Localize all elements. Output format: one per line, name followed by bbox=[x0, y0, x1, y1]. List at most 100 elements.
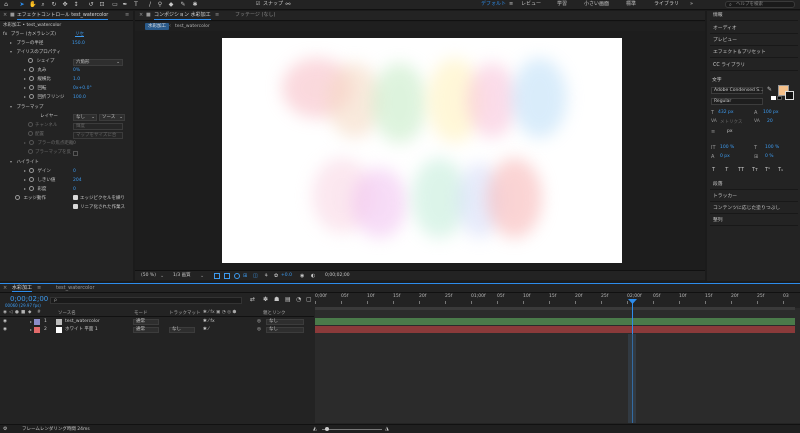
expand-triangle-icon[interactable] bbox=[10, 41, 12, 44]
panel-menu-icon[interactable]: ≡ bbox=[37, 284, 41, 292]
expand-triangle-icon[interactable] bbox=[10, 105, 12, 108]
zoom-dropdown[interactable]: (50 %) bbox=[141, 272, 156, 280]
resolution-dropdown[interactable]: 1/3 画質 bbox=[173, 272, 191, 280]
layer-matte-dropdown[interactable]: なし bbox=[169, 327, 195, 333]
layer-name[interactable]: test_watercolor bbox=[65, 318, 100, 326]
draft-3d-icon[interactable]: ✽ bbox=[263, 296, 268, 303]
zoom-slider-thumb[interactable] bbox=[325, 427, 329, 431]
comp-canvas[interactable] bbox=[222, 38, 622, 263]
zoom-slider[interactable] bbox=[322, 429, 382, 430]
stroke-color-swatch[interactable] bbox=[785, 91, 794, 100]
layer-dropdown[interactable]: なし ⌄ bbox=[73, 114, 97, 121]
graph-editor-icon[interactable]: ▢ bbox=[306, 296, 312, 303]
dolly-tool-icon[interactable]: ↕ bbox=[73, 1, 79, 8]
expand-triangle-icon[interactable] bbox=[24, 187, 26, 190]
superscript-button[interactable]: T¹ bbox=[765, 167, 770, 173]
linear-option-row[interactable]: リニア化された作業ス bbox=[73, 204, 125, 212]
layer-parent-dropdown[interactable]: なし bbox=[266, 319, 304, 325]
tab-composition[interactable]: コンポジション 水彩加工 bbox=[154, 11, 211, 20]
pick-whip-icon[interactable]: ◎ bbox=[257, 318, 261, 326]
expand-triangle-icon[interactable] bbox=[24, 95, 26, 98]
workspace-standard[interactable]: 標準 bbox=[626, 1, 636, 8]
brush-tool-icon[interactable]: / bbox=[147, 1, 153, 8]
hand-tool-icon[interactable]: ✋ bbox=[29, 1, 36, 8]
iris-properties-row[interactable]: アイリスのプロパティ bbox=[10, 49, 61, 57]
rotation-value[interactable]: 0x+0.0° bbox=[73, 85, 92, 93]
stopwatch-icon[interactable] bbox=[29, 186, 34, 191]
font-family-dropdown[interactable]: Adobe Condensed S... bbox=[711, 87, 763, 94]
stopwatch-icon[interactable] bbox=[15, 195, 20, 200]
panel-tracker[interactable]: トラッカー bbox=[710, 192, 798, 202]
vscale-value[interactable]: 100 % bbox=[720, 145, 734, 150]
stopwatch-icon[interactable] bbox=[29, 67, 34, 72]
effect-header[interactable]: fx ブラー (カメラレンズ) リセ bbox=[3, 31, 131, 39]
eyedropper-icon[interactable]: ✎ bbox=[767, 86, 772, 93]
stopwatch-icon[interactable] bbox=[29, 94, 34, 99]
subscript-button[interactable]: T₁ bbox=[778, 167, 783, 173]
time-ruler[interactable]: 0;00f 05f 10f 15f 20f 25f 01;00f 05f 10f 15f 20f 25… bbox=[315, 294, 800, 304]
home-icon[interactable]: ⌂ bbox=[3, 1, 9, 8]
comp-mini-flowchart-icon[interactable]: ⇄ bbox=[250, 296, 255, 303]
gain-value[interactable]: 0 bbox=[73, 168, 76, 176]
workspace-small-screen[interactable]: 小さい画面 bbox=[584, 1, 609, 8]
source-dropdown[interactable]: ソース ⌄ bbox=[99, 114, 125, 121]
tsume-value[interactable]: 0 % bbox=[765, 154, 774, 159]
stopwatch-icon[interactable] bbox=[29, 85, 34, 90]
layer-bar-2[interactable] bbox=[315, 326, 795, 333]
panel-content-aware-fill[interactable]: コンテンツに応じた塗りつぶし bbox=[710, 204, 798, 214]
panel-effects-presets[interactable]: エフェクト＆プリセット bbox=[710, 48, 798, 58]
snapshot-icon[interactable]: ◉ bbox=[300, 272, 304, 280]
pen-tool-icon[interactable]: ✒ bbox=[122, 1, 128, 8]
threshold-value[interactable]: 204 bbox=[73, 177, 82, 185]
highlight-row[interactable]: ハイライト bbox=[10, 159, 39, 167]
expand-triangle-icon[interactable] bbox=[24, 68, 26, 71]
expand-triangle-icon[interactable] bbox=[24, 178, 26, 181]
layer-bar-1[interactable] bbox=[315, 318, 795, 325]
transparency-grid-icon[interactable] bbox=[224, 273, 230, 279]
channel-icon[interactable]: ⚘ bbox=[264, 272, 268, 280]
leading-value[interactable]: 100 px bbox=[763, 110, 779, 115]
motion-blur-icon[interactable]: ◔ bbox=[296, 296, 301, 303]
lock-icon[interactable]: ■ bbox=[10, 11, 15, 20]
expand-triangle-icon[interactable] bbox=[24, 169, 26, 172]
close-icon[interactable]: × bbox=[3, 11, 7, 20]
expand-triangle-icon[interactable] bbox=[30, 321, 32, 323]
kerning-value[interactable]: メトリクス bbox=[720, 119, 742, 125]
snapping-checkbox-icon[interactable]: ☑ bbox=[255, 1, 261, 8]
shape-tool-icon[interactable]: ▭ bbox=[112, 1, 118, 8]
orbit-tool-icon[interactable]: ↻ bbox=[51, 1, 57, 8]
header-source-name[interactable]: ソース名 bbox=[58, 310, 76, 316]
panel-align[interactable]: 整列 bbox=[710, 216, 798, 226]
font-style-dropdown[interactable]: Regular bbox=[711, 98, 763, 105]
header-parent[interactable]: 親とリンク bbox=[263, 310, 286, 316]
roundness-value[interactable]: 0% bbox=[73, 67, 80, 75]
expand-triangle-icon[interactable] bbox=[10, 160, 12, 163]
stroke-value[interactable]: px bbox=[727, 129, 733, 134]
mask-icon[interactable] bbox=[234, 273, 240, 279]
small-caps-button[interactable]: Tт bbox=[752, 167, 758, 173]
aspect-value[interactable]: 1.0 bbox=[73, 76, 80, 84]
camera-icon[interactable]: ◫ bbox=[253, 272, 258, 280]
workspace-more-icon[interactable]: » bbox=[690, 1, 693, 8]
layer-row-1[interactable]: ◉ 1 test_watercolor 通常 ✱ ⁄ fx ◎ なし bbox=[0, 318, 314, 326]
expand-triangle-icon[interactable] bbox=[24, 86, 26, 89]
close-icon[interactable]: × bbox=[139, 11, 143, 20]
layer-parent-dropdown[interactable]: なし bbox=[266, 327, 304, 333]
help-search-box[interactable]: ⌕ ヘルプを検索 bbox=[725, 1, 795, 8]
expand-triangle-icon[interactable] bbox=[30, 329, 32, 331]
selection-tool-icon[interactable]: ➤ bbox=[19, 1, 25, 8]
layer-row-2[interactable]: ◉ 2 ホワイト 平面 1 通常 なし ✱ ⁄ ◎ なし bbox=[0, 326, 314, 334]
workspace-menu-icon[interactable]: ≡ bbox=[509, 1, 513, 8]
faux-bold-button[interactable]: T bbox=[712, 167, 715, 173]
layer-name[interactable]: ホワイト 平面 1 bbox=[65, 326, 98, 334]
blur-radius-value[interactable]: 150.0 bbox=[72, 40, 85, 48]
panel-audio[interactable]: オーディオ bbox=[710, 24, 798, 34]
edge-checkbox[interactable] bbox=[73, 195, 78, 200]
shape-dropdown[interactable]: 六角形 ⌄ bbox=[73, 59, 123, 66]
stopwatch-icon[interactable] bbox=[28, 58, 33, 63]
saturation-value[interactable]: 0 bbox=[73, 186, 76, 194]
baseline-value[interactable]: 0 px bbox=[720, 154, 730, 159]
layer-label-swatch[interactable] bbox=[34, 327, 40, 333]
tab-effect-controls[interactable]: エフェクトコントロール test_watercolor bbox=[17, 11, 109, 20]
text-tool-icon[interactable]: T bbox=[133, 1, 139, 8]
